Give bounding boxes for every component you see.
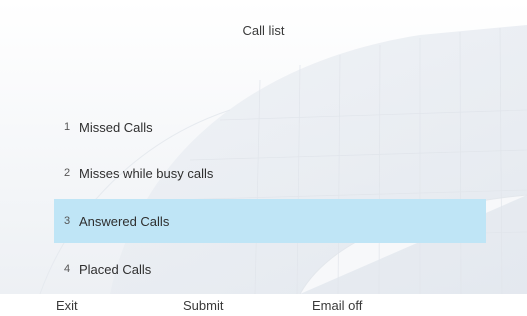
email-off-button[interactable]: Email off <box>312 298 362 313</box>
list-item-number: 2 <box>64 167 71 179</box>
list-item-number: 3 <box>64 215 71 227</box>
list-item-label: Placed Calls <box>79 261 152 277</box>
list-item-missed-calls[interactable]: 1 Missed Calls <box>54 105 486 149</box>
list-item-answered-calls[interactable]: 3 Answered Calls <box>54 199 486 243</box>
softkey-bar: Exit Submit Email off <box>0 294 527 316</box>
list-item-label: Misses while busy calls <box>79 165 214 181</box>
list-item-number: 4 <box>64 263 71 275</box>
submit-button[interactable]: Submit <box>183 298 223 313</box>
list-item-label: Answered Calls <box>79 213 170 229</box>
exit-button[interactable]: Exit <box>56 298 78 313</box>
list-item-missed-while-busy[interactable]: 2 Misses while busy calls <box>54 151 486 195</box>
phone-screen: Call list 1 Missed Calls 2 Misses while … <box>0 0 527 294</box>
list-item-label: Missed Calls <box>79 119 153 135</box>
call-list: 1 Missed Calls 2 Misses while busy calls… <box>0 0 527 294</box>
list-item-placed-calls[interactable]: 4 Placed Calls <box>54 247 486 291</box>
list-item-number: 1 <box>64 121 71 133</box>
